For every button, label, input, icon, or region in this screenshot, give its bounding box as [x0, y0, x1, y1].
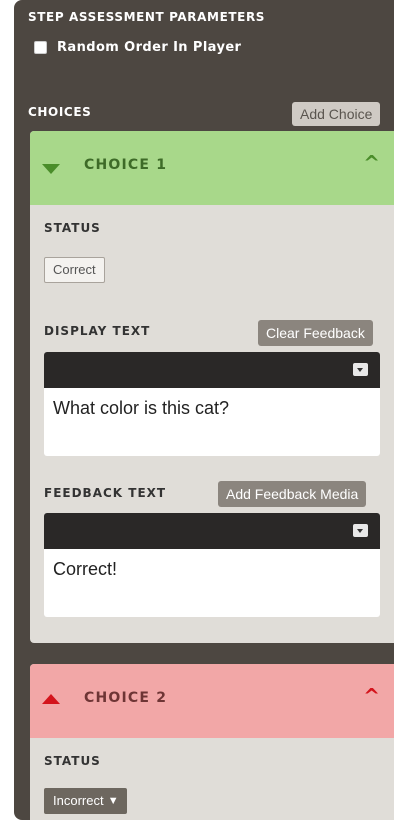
dropdown-icon[interactable] — [353, 363, 368, 376]
choice-title: CHOICE 1 — [84, 157, 168, 173]
feedback-text-editor[interactable]: Correct! — [44, 513, 380, 617]
display-text-editor[interactable]: What color is this cat? — [44, 352, 380, 456]
choice-card: CHOICE 1 ^ STATUS Correct DISPLAY TEXT C… — [30, 131, 394, 643]
chevron-up-icon[interactable]: ^ — [363, 686, 380, 706]
status-select-value: Incorrect — [53, 793, 104, 808]
choice-1-header[interactable]: CHOICE 1 ^ — [30, 131, 394, 205]
random-order-row[interactable]: Random Order In Player — [34, 40, 241, 55]
choice-2-header[interactable]: CHOICE 2 ^ — [30, 664, 394, 738]
triangle-down-icon[interactable] — [42, 164, 60, 174]
triangle-up-icon[interactable] — [42, 694, 60, 704]
dropdown-icon[interactable] — [353, 524, 368, 537]
status-label: STATUS — [44, 754, 101, 768]
random-order-checkbox[interactable] — [34, 41, 47, 54]
status-label: STATUS — [44, 221, 101, 235]
feedback-text-label: FEEDBACK TEXT — [44, 486, 167, 500]
editor-toolbar — [44, 352, 380, 388]
display-text-field[interactable]: What color is this cat? — [44, 388, 380, 429]
choices-title: CHOICES — [28, 105, 92, 119]
chevron-up-icon[interactable]: ^ — [363, 153, 380, 173]
feedback-text-field[interactable]: Correct! — [44, 549, 380, 590]
settings-panel: STEP ASSESSMENT PARAMETERS Random Order … — [14, 0, 394, 820]
choice-card: CHOICE 2 ^ STATUS Incorrect ▼ — [30, 664, 394, 820]
step-assessment-title: STEP ASSESSMENT PARAMETERS — [28, 10, 266, 24]
choice-title: CHOICE 2 — [84, 690, 168, 706]
editor-toolbar — [44, 513, 380, 549]
random-order-label[interactable]: Random Order In Player — [57, 40, 241, 55]
add-feedback-media-button[interactable]: Add Feedback Media — [218, 481, 367, 507]
status-select[interactable]: Incorrect ▼ — [44, 788, 127, 814]
clear-feedback-button[interactable]: Clear Feedback — [258, 320, 373, 346]
chevron-down-icon: ▼ — [107, 795, 119, 807]
display-text-label: DISPLAY TEXT — [44, 324, 151, 338]
status-badge[interactable]: Correct — [44, 257, 105, 283]
add-choice-button[interactable]: Add Choice — [292, 102, 381, 126]
